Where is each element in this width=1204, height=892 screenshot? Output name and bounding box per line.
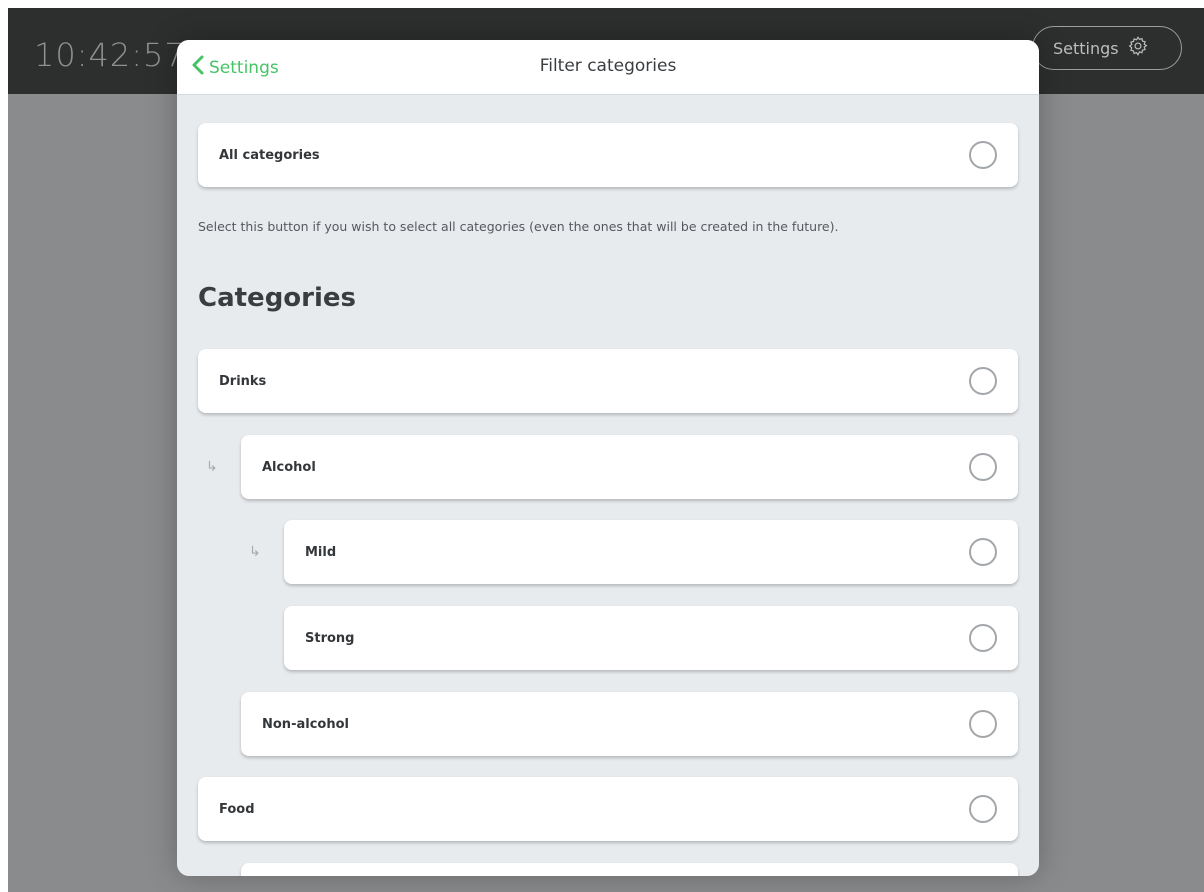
modal-header: Settings Filter categories [177,40,1039,95]
all-categories-label: All categories [219,147,320,163]
category-row[interactable] [241,863,1018,876]
filter-categories-modal: Settings Filter categories All categorie… [177,40,1039,876]
subcategory-arrow-icon: ↳ [206,459,218,475]
category-row[interactable]: Alcohol [241,435,1018,499]
category-row[interactable]: Drinks [198,349,1018,413]
screen: 10:42:57 Settings Settings Filter catego… [8,8,1204,892]
category-row[interactable]: Non-alcohol [241,692,1018,756]
all-categories-option[interactable]: All categories [198,123,1018,187]
settings-button-label: Settings [1053,38,1119,58]
all-categories-description: Select this button if you wish to select… [198,219,839,234]
category-radio[interactable] [969,710,997,738]
category-row[interactable]: Mild [284,520,1018,584]
section-title: Categories [198,283,357,313]
category-label: Strong [305,630,355,646]
gear-icon [1127,35,1149,61]
category-row[interactable]: Food [198,777,1018,841]
category-label: Food [219,801,255,817]
category-label: Drinks [219,373,267,389]
category-radio[interactable] [969,367,997,395]
modal-body: All categories Select this button if you… [177,95,1039,876]
modal-title: Filter categories [539,56,677,76]
all-categories-radio[interactable] [969,141,997,169]
category-radio[interactable] [969,538,997,566]
subcategory-arrow-icon: ↳ [249,544,261,560]
settings-button[interactable]: Settings [1032,26,1182,70]
category-row[interactable]: Strong [284,606,1018,670]
clock: 10:42:57 [34,36,186,74]
category-radio[interactable] [969,624,997,652]
category-radio[interactable] [969,795,997,823]
category-radio[interactable] [969,453,997,481]
category-label: Mild [305,544,337,560]
category-label: Alcohol [262,459,316,475]
category-label: Non-alcohol [262,716,349,732]
